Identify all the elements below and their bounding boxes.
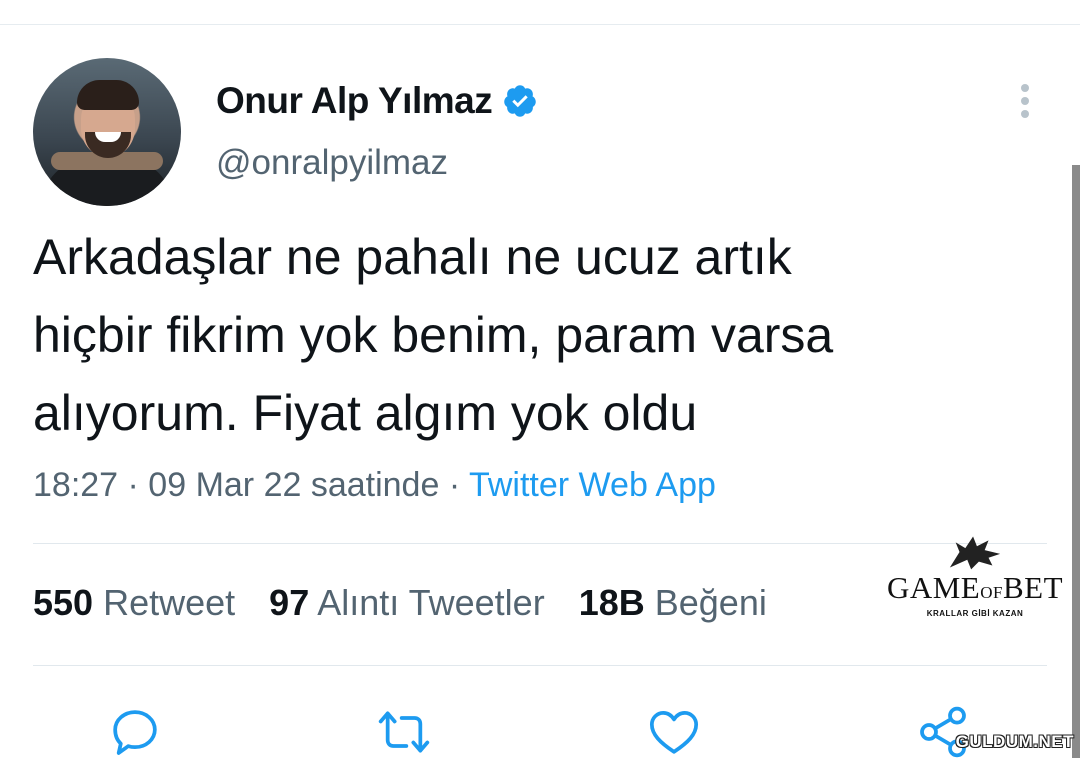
tweet-line: hiçbir fikrim yok benim, param varsa: [33, 307, 834, 363]
retweet-icon[interactable]: [376, 704, 432, 760]
tweet-meta: 18:27 · 09 Mar 22 saatinde · Twitter Web…: [33, 466, 716, 505]
retweet-count: 550: [33, 582, 94, 623]
gameofbet-watermark: GAMEOFBET KRALLAR GİBİ KAZAN: [880, 532, 1070, 632]
verified-icon: [504, 85, 536, 117]
like-label: Beğeni: [654, 582, 767, 623]
watermark-tagline: KRALLAR GİBİ KAZAN: [926, 609, 1024, 618]
quote-label: Alıntı Tweetler: [317, 582, 545, 623]
author-name-row[interactable]: Onur Alp Yılmaz: [216, 80, 538, 122]
reply-icon[interactable]: [107, 704, 163, 760]
guldum-watermark: GULDUM.NET: [955, 732, 1074, 751]
tweet-actions-bar: GULDUM.NET: [0, 700, 1080, 758]
watermark-brand: GAMEOFBET: [886, 570, 1064, 605]
quote-stat[interactable]: 97 Alıntı Tweetler: [269, 582, 545, 624]
like-stat[interactable]: 18B Beğeni: [579, 582, 767, 624]
like-icon[interactable]: [646, 704, 702, 760]
engagement-stats: 550 Retweet 97 Alıntı Tweetler 18B Beğen…: [33, 582, 767, 624]
divider: [33, 665, 1047, 666]
retweet-label: Retweet: [103, 582, 236, 623]
more-icon[interactable]: [1015, 84, 1035, 120]
tweet-line: alıyorum. Fiyat algım yok oldu: [33, 385, 698, 441]
like-count: 18B: [578, 582, 645, 623]
tweet-timestamp[interactable]: 18:27 · 09 Mar 22 saatinde ·: [33, 466, 469, 504]
retweet-stat[interactable]: 550 Retweet: [33, 582, 235, 624]
quote-count: 97: [269, 582, 310, 623]
author-handle[interactable]: @onralpyilmaz: [216, 143, 448, 183]
author-display-name[interactable]: Onur Alp Yılmaz: [216, 80, 493, 122]
tweet-source-link[interactable]: Twitter Web App: [469, 466, 716, 504]
scrollbar[interactable]: [1072, 165, 1080, 758]
wolf-logo-icon: [949, 536, 1001, 570]
avatar[interactable]: [33, 58, 181, 206]
tweet-text: Arkadaşlar ne pahalı ne ucuz artık hiçbi…: [33, 218, 1023, 452]
tweet-line: Arkadaşlar ne pahalı ne ucuz artık: [33, 229, 792, 285]
top-divider: [0, 24, 1080, 25]
